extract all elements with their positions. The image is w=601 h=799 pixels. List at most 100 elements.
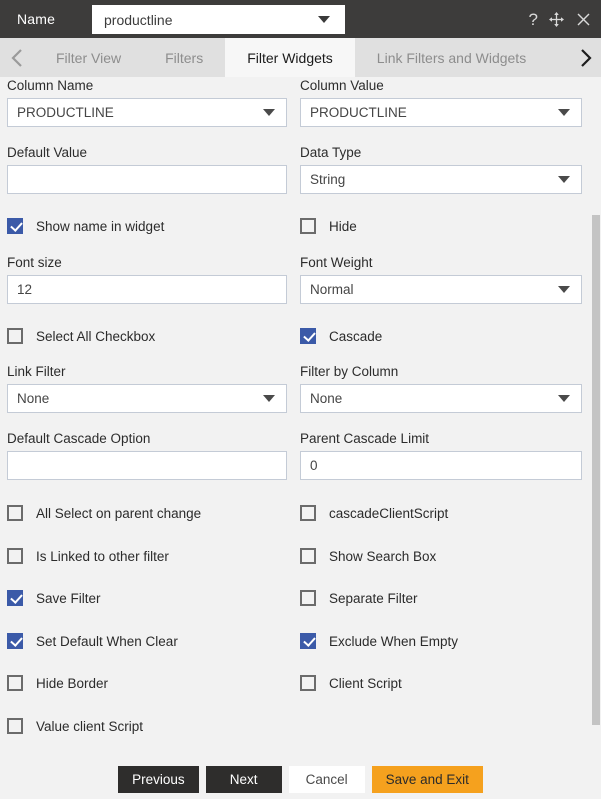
cancel-button[interactable]: Cancel [288, 766, 365, 793]
checkbox-separate-filter[interactable]: Separate Filter [300, 588, 582, 608]
checkbox-client-script[interactable]: Client Script [300, 673, 582, 693]
checkbox-label[interactable]: Select All Checkbox [36, 329, 155, 344]
tab-scroll-left-button[interactable] [0, 38, 34, 77]
checkbox-box[interactable] [300, 328, 316, 344]
next-button[interactable]: Next [205, 766, 282, 793]
name-dropdown-value: productline [104, 11, 173, 28]
checkbox-box[interactable] [7, 718, 23, 734]
checkbox-label[interactable]: Value client Script [36, 719, 143, 734]
tab-bar: Filter View Filters Filter Widgets Link … [0, 38, 601, 77]
checkbox-exclude-when-empty[interactable]: Exclude When Empty [300, 631, 582, 651]
checkbox-group-separate-filter: Separate Filter [300, 588, 582, 608]
checkbox-label[interactable]: cascadeClientScript [329, 506, 448, 521]
tab-link-filters-and-widgets[interactable]: Link Filters and Widgets [355, 38, 548, 77]
question-mark-icon[interactable]: ? [524, 11, 543, 28]
parent-cascade-limit-label: Parent Cascade Limit [300, 431, 430, 446]
tab-scroll-right-button[interactable] [570, 38, 601, 77]
checkbox-box[interactable] [300, 218, 316, 234]
titlebar-icon-group: ? [524, 0, 601, 38]
checkbox-save-filter[interactable]: Save Filter [7, 588, 287, 608]
data-type-select[interactable]: String [300, 165, 582, 194]
previous-button[interactable]: Previous [118, 766, 199, 793]
checkbox-box[interactable] [7, 505, 23, 521]
field-group-default-cascade-option: Default Cascade Option [7, 430, 287, 480]
checkbox-box[interactable] [300, 633, 316, 649]
font-size-value: 12 [17, 282, 33, 297]
checkbox-hide[interactable]: Hide [300, 216, 582, 236]
checkbox-group-value-client-script: Value client Script [7, 716, 287, 736]
default-cascade-option-label: Default Cascade Option [7, 431, 151, 446]
checkbox-cascade[interactable]: Cascade [300, 326, 582, 346]
checkbox-label[interactable]: Set Default When Clear [36, 634, 178, 649]
close-icon[interactable] [570, 11, 601, 28]
checkbox-label[interactable]: Is Linked to other filter [36, 549, 169, 564]
vertical-scrollbar[interactable] [590, 77, 601, 760]
field-group-font-weight: Font Weight Normal [300, 254, 582, 304]
checkbox-box[interactable] [300, 505, 316, 521]
checkbox-label[interactable]: Show name in widget [36, 219, 164, 234]
checkbox-cascade-client-script[interactable]: cascadeClientScript [300, 503, 582, 523]
checkbox-box[interactable] [7, 548, 23, 564]
data-type-label: Data Type [300, 145, 362, 160]
checkbox-show-name-in-widget[interactable]: Show name in widget [7, 216, 287, 236]
chevron-down-icon [558, 395, 570, 402]
checkbox-box[interactable] [7, 633, 23, 649]
checkbox-box[interactable] [300, 675, 316, 691]
tab-filters[interactable]: Filters [143, 38, 225, 77]
data-type-value: String [310, 172, 346, 187]
default-value-input[interactable] [7, 165, 287, 194]
checkbox-group-cascade-client-script: cascadeClientScript [300, 503, 582, 523]
tab-filter-widgets[interactable]: Filter Widgets [225, 38, 355, 77]
checkbox-group-is-linked: Is Linked to other filter [7, 546, 287, 566]
checkbox-label[interactable]: Save Filter [36, 591, 101, 606]
checkbox-label[interactable]: Hide [329, 219, 357, 234]
field-group-default-value: Default Value [7, 144, 287, 194]
font-weight-select[interactable]: Normal [300, 275, 582, 304]
checkbox-hide-border[interactable]: Hide Border [7, 673, 287, 693]
checkbox-group-cascade: Cascade [300, 326, 582, 346]
checkbox-value-client-script[interactable]: Value client Script [7, 716, 287, 736]
checkbox-all-select-on-parent-change[interactable]: All Select on parent change [7, 503, 287, 523]
parent-cascade-limit-input[interactable]: 0 [300, 451, 582, 480]
checkbox-box[interactable] [300, 590, 316, 606]
default-cascade-option-input[interactable] [7, 451, 287, 480]
checkbox-label[interactable]: Cascade [329, 329, 382, 344]
checkbox-box[interactable] [7, 590, 23, 606]
column-name-select[interactable]: PRODUCTLINE [7, 98, 287, 127]
font-weight-value: Normal [310, 282, 354, 297]
checkbox-select-all-checkbox[interactable]: Select All Checkbox [7, 326, 287, 346]
checkbox-label[interactable]: All Select on parent change [36, 506, 201, 521]
scrollbar-thumb[interactable] [592, 215, 600, 725]
dialog-footer: Previous Next Cancel Save and Exit [0, 760, 601, 799]
filter-by-column-select[interactable]: None [300, 384, 582, 413]
field-group-parent-cascade-limit: Parent Cascade Limit 0 [300, 430, 582, 480]
checkbox-box[interactable] [300, 548, 316, 564]
link-filter-select[interactable]: None [7, 384, 287, 413]
column-value-label: Column Value [300, 78, 384, 93]
field-group-column-name: Column Name PRODUCTLINE [7, 77, 287, 127]
tab-filter-view[interactable]: Filter View [34, 38, 143, 77]
chevron-down-icon [318, 16, 330, 23]
font-size-input[interactable]: 12 [7, 275, 287, 304]
link-filter-value: None [17, 391, 50, 406]
checkbox-label[interactable]: Exclude When Empty [329, 634, 458, 649]
chevron-down-icon [558, 176, 570, 183]
name-dropdown[interactable]: productline [92, 5, 345, 34]
parent-cascade-limit-value: 0 [310, 458, 318, 473]
move-icon[interactable] [543, 11, 570, 28]
checkbox-box[interactable] [7, 328, 23, 344]
save-and-exit-button[interactable]: Save and Exit [371, 766, 483, 793]
checkbox-is-linked-to-other-filter[interactable]: Is Linked to other filter [7, 546, 287, 566]
checkbox-label[interactable]: Hide Border [36, 676, 108, 691]
checkbox-group-show-search-box: Show Search Box [300, 546, 582, 566]
checkbox-label[interactable]: Client Script [329, 676, 402, 691]
checkbox-box[interactable] [7, 218, 23, 234]
filter-widgets-form: Column Name PRODUCTLINE Column Value PRO… [0, 77, 601, 760]
checkbox-label[interactable]: Separate Filter [329, 591, 418, 606]
checkbox-box[interactable] [7, 675, 23, 691]
checkbox-show-search-box[interactable]: Show Search Box [300, 546, 582, 566]
checkbox-label[interactable]: Show Search Box [329, 549, 436, 564]
checkbox-set-default-when-clear[interactable]: Set Default When Clear [7, 631, 287, 651]
column-name-value: PRODUCTLINE [17, 105, 114, 120]
column-value-select[interactable]: PRODUCTLINE [300, 98, 582, 127]
